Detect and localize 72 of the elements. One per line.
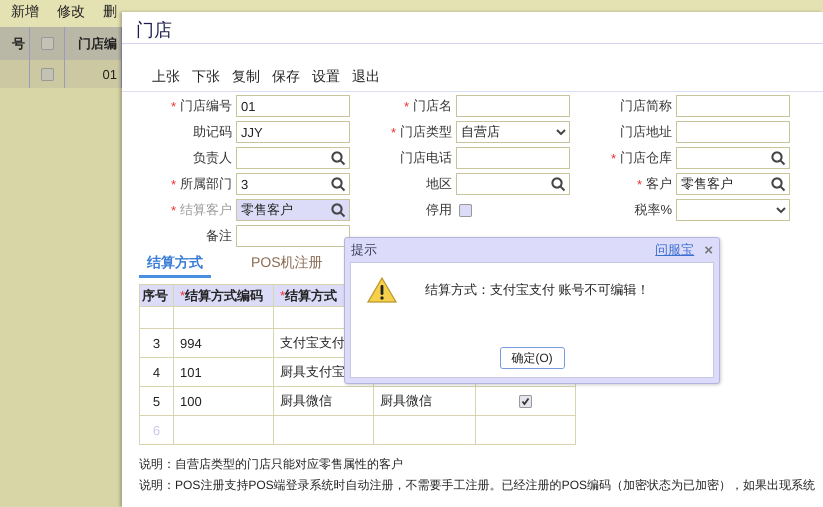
- search-icon[interactable]: [551, 176, 566, 192]
- table-cell: 100: [174, 386, 274, 416]
- note-text: 说明：自营店类型的门店只能对应零售属性的客户: [139, 456, 404, 473]
- field-label: 门店简称: [619, 97, 673, 115]
- tab[interactable]: 结算方式: [139, 251, 211, 278]
- row-number: 4: [140, 358, 174, 386]
- field-label: 停用: [425, 201, 453, 219]
- toolbar-button[interactable]: 下张: [192, 67, 220, 85]
- window-title: 门店: [122, 12, 823, 44]
- input-field[interactable]: [456, 95, 570, 117]
- lookup-field[interactable]: [456, 173, 570, 195]
- search-icon[interactable]: [331, 202, 346, 218]
- dialog-title: 提示: [351, 241, 378, 259]
- search-icon[interactable]: [771, 150, 786, 166]
- search-icon[interactable]: [771, 176, 786, 192]
- field-label: * 客户: [636, 175, 673, 194]
- table-cell: 101: [174, 358, 274, 386]
- lookup-field[interactable]: 3: [236, 173, 350, 195]
- checkbox[interactable]: [519, 394, 532, 408]
- input-field[interactable]: [676, 121, 790, 143]
- search-icon[interactable]: [331, 150, 346, 166]
- field-label: * 门店类型: [390, 123, 453, 142]
- field-label: * 结算客户: [170, 201, 233, 220]
- menu-item[interactable]: 新增: [11, 0, 39, 19]
- select-field[interactable]: 自营店: [456, 121, 570, 143]
- field-label: * 所属部门: [170, 175, 233, 194]
- field-label: 门店电话: [399, 149, 453, 167]
- input-field[interactable]: [456, 147, 570, 169]
- column-header: *结算方式编码: [174, 284, 274, 306]
- field-label: 备注: [205, 227, 233, 245]
- field-label: 负责人: [192, 149, 233, 167]
- field-label: 助记码: [192, 123, 233, 141]
- lookup-field[interactable]: 零售客户: [676, 173, 790, 195]
- dialog-message: 结算方式：支付宝支付 账号不可编辑！: [425, 281, 650, 299]
- field-label: 地区: [425, 175, 453, 193]
- row-number: 5: [140, 386, 174, 416]
- toolbar-button[interactable]: 上张: [152, 67, 180, 85]
- field-label: * 门店编号: [170, 97, 233, 116]
- field-label: 税率%: [633, 201, 673, 219]
- toolbar-button[interactable]: 保存: [272, 67, 300, 85]
- checkbox[interactable]: [40, 68, 54, 80]
- menu-item[interactable]: 删: [103, 0, 117, 19]
- toolbar-button[interactable]: 复制: [232, 67, 260, 85]
- column-header: 序号: [140, 284, 174, 306]
- lookup-field[interactable]: [236, 147, 350, 169]
- tab[interactable]: POS机注册: [243, 251, 331, 278]
- field-label: 门店地址: [619, 123, 673, 141]
- toolbar-button[interactable]: 设置: [312, 67, 340, 85]
- input-field[interactable]: [236, 225, 350, 247]
- menu-item[interactable]: 修改: [57, 0, 85, 19]
- lookup-field[interactable]: 零售客户: [236, 199, 350, 221]
- toolbar-button[interactable]: 退出: [352, 67, 380, 85]
- warning-icon: [367, 277, 397, 303]
- help-link[interactable]: 问服宝: [655, 241, 694, 259]
- note-text: 说明：POS注册支持POS端登录系统时自动注册，不需要手工注册。已经注册的POS编码（加密状态为已加密），如果出现系统: [139, 477, 816, 494]
- chevron-down-icon[interactable]: [776, 206, 786, 214]
- select-field[interactable]: [676, 199, 790, 221]
- lookup-field[interactable]: [676, 147, 790, 169]
- search-icon[interactable]: [331, 176, 346, 192]
- table-cell: 厨具微信: [374, 386, 476, 416]
- chevron-down-icon[interactable]: [556, 128, 566, 136]
- row-number: 3: [140, 328, 174, 358]
- input-field[interactable]: JJY: [236, 121, 350, 143]
- input-field[interactable]: 01: [236, 95, 350, 117]
- ok-button[interactable]: 确定(O): [500, 347, 564, 369]
- checkbox[interactable]: [40, 37, 54, 50]
- table-cell: 厨具微信: [274, 386, 374, 416]
- field-label: * 门店名: [402, 97, 453, 116]
- field-label: * 门店仓库: [610, 149, 673, 168]
- table-cell: 994: [174, 328, 274, 358]
- checkbox[interactable]: [459, 204, 472, 216]
- input-field[interactable]: [676, 95, 790, 117]
